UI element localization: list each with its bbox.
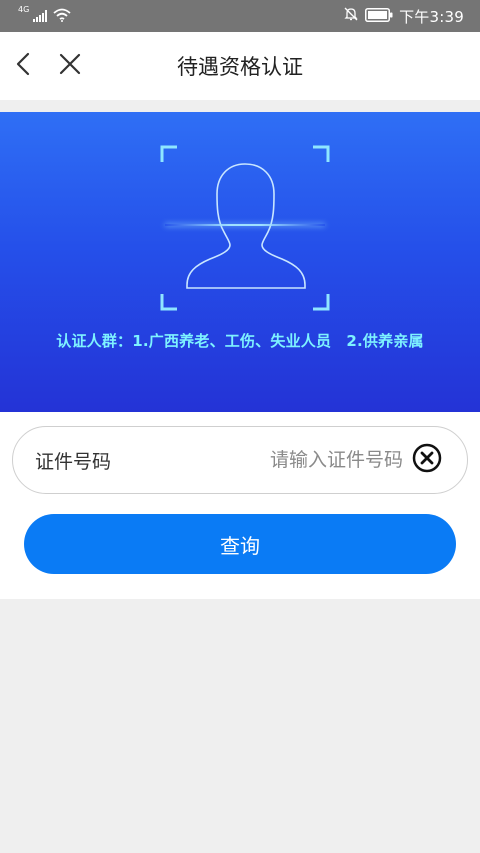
id-number-input[interactable] (111, 440, 403, 480)
signal-icon (33, 7, 48, 26)
clear-input-button[interactable] (411, 443, 443, 477)
back-button[interactable] (4, 46, 44, 86)
face-scan-icon (160, 145, 330, 311)
status-time: 下午3:39 (399, 7, 464, 26)
battery-icon (365, 7, 393, 26)
banner-caption: 认证人群：1.广西养老、工伤、失业人员 2.供养亲属 (56, 332, 424, 350)
clear-circle-icon (412, 443, 442, 477)
query-form: 证件号码 查询 (0, 412, 480, 599)
network-type-label: 4G (18, 5, 30, 14)
wifi-icon (53, 7, 71, 26)
scan-line (165, 224, 325, 226)
id-number-label: 证件号码 (35, 450, 112, 473)
close-icon (58, 52, 82, 80)
face-auth-banner: 认证人群：1.广西养老、工伤、失业人员 2.供养亲属 (0, 112, 480, 412)
mute-bell-icon (343, 6, 359, 26)
id-number-field: 证件号码 (12, 426, 468, 494)
status-bar-left: 4G (18, 5, 71, 26)
close-button[interactable] (50, 46, 90, 86)
status-bar: 4G 下午3:39 (0, 0, 480, 32)
chevron-left-icon (14, 52, 34, 80)
query-button[interactable]: 查询 (24, 514, 456, 574)
status-bar-right: 下午3:39 (343, 6, 464, 27)
top-bar: 待遇资格认证 (0, 32, 480, 100)
